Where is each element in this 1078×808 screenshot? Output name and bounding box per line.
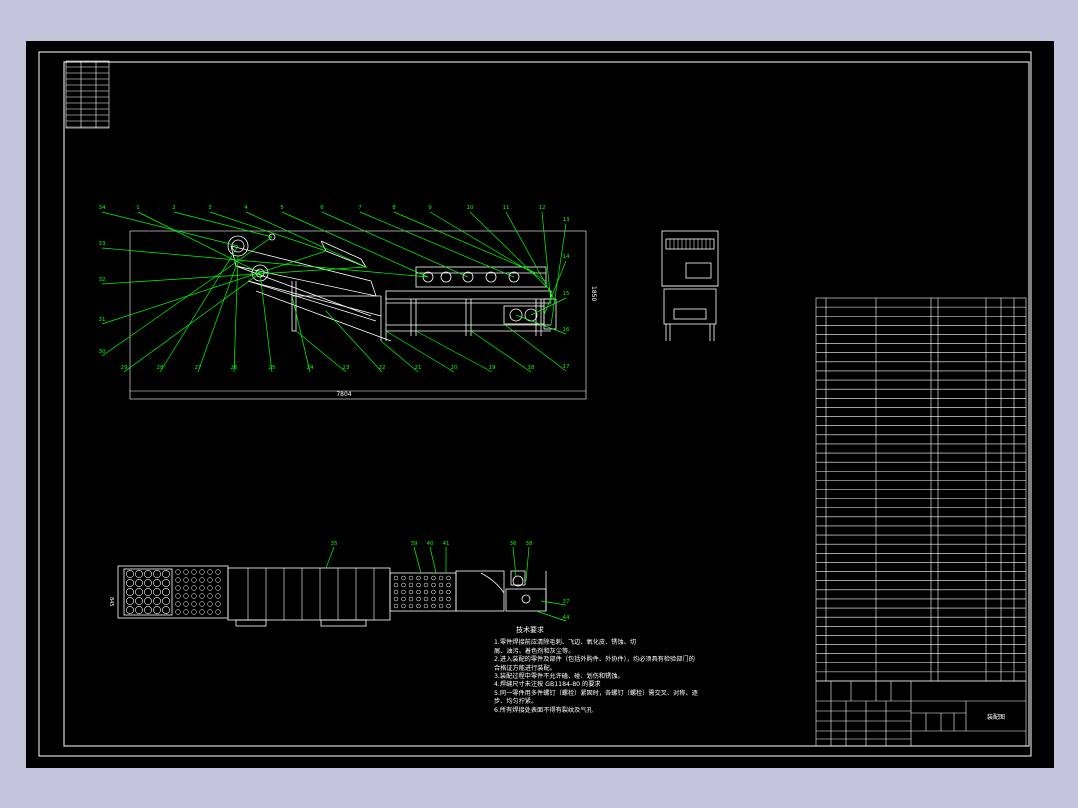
balloon-number: 29 <box>121 365 128 371</box>
note-line-9: 6.所有焊接处表面不得有裂纹及气孔 <box>494 706 593 714</box>
leaders-top <box>101 211 567 373</box>
drawing-sheet: 7804 1850 34 1 2 3 4 5 6 7 8 9 10 11 12 13 14 15 16 17 18 1… <box>26 41 1054 768</box>
leader-line <box>541 211 552 304</box>
leader-line <box>245 211 367 268</box>
leader-line <box>413 546 422 574</box>
balloon-number: 32 <box>99 277 106 283</box>
note-line-1: 1.零件焊接前应清除毛刺、飞边、氧化皮、锈蚀、切 <box>494 639 637 647</box>
leader-line <box>295 330 347 373</box>
bill-of-materials <box>815 297 1027 682</box>
balloon-number: 36 <box>510 541 517 547</box>
balloon-number: 33 <box>99 241 106 247</box>
balloon-number: 35 <box>331 541 338 547</box>
balloon-number: 26 <box>231 365 238 371</box>
balloons-top: 34 1 2 3 4 5 6 7 8 9 10 11 1213141516171819202122232… <box>99 205 570 371</box>
balloon-number: 13 <box>563 217 570 223</box>
leader-line <box>101 266 367 285</box>
revision-table <box>65 60 110 129</box>
balloon-number: 19 <box>489 365 496 371</box>
balloon-number: 4 <box>244 205 248 211</box>
dim-overall-length: 7804 <box>336 391 351 398</box>
leader-line <box>123 272 261 373</box>
balloon-number: 6 <box>320 205 324 211</box>
balloon-number: 15 <box>563 291 570 297</box>
dim-overall-height: 1850 <box>590 286 597 301</box>
leader-line <box>525 546 530 582</box>
notes-title: 技术要求 <box>516 626 544 634</box>
plan-view <box>117 565 547 627</box>
leader-line <box>380 340 419 373</box>
leader-line <box>281 211 429 278</box>
note-line-4: 合格证方能进行装配。 <box>494 664 556 672</box>
balloon-number: 34 <box>99 205 106 211</box>
balloon-number: 24 <box>307 365 314 371</box>
dim-plan-width: 845 <box>108 597 114 607</box>
leader-line <box>550 223 567 326</box>
balloon-number: 38 <box>526 541 533 547</box>
leader-line <box>173 211 273 238</box>
balloon-number: 31 <box>99 317 106 323</box>
note-line-3: 2.进入装配的零件及部件（包括外购件、外协件），均必须具有检验部门的 <box>494 656 695 664</box>
balloon-number: 25 <box>269 365 276 371</box>
balloon-number: 12 <box>539 205 546 211</box>
leader-line <box>159 245 239 373</box>
balloon-number: 41 <box>443 541 450 547</box>
leader-line <box>325 546 335 569</box>
note-line-6: 4.焊缝尺寸未注按 GB1184-80 的要求 <box>494 681 601 689</box>
balloon-number: 5 <box>280 205 284 211</box>
leader-line <box>137 211 261 274</box>
balloon-number: 1 <box>136 205 140 211</box>
leader-line <box>233 255 239 373</box>
leader-line <box>209 211 327 252</box>
balloon-number: 11 <box>503 205 510 211</box>
leader-line <box>429 546 437 574</box>
balloon-number: 37 <box>563 599 570 605</box>
balloon-number: 20 <box>451 365 458 371</box>
title-block-drawing-name: 装配图 <box>987 713 1005 721</box>
leader-line <box>101 211 239 247</box>
leader-line <box>101 247 429 278</box>
balloon-number: 28 <box>157 365 164 371</box>
balloon-number: 3 <box>208 205 212 211</box>
balloon-number: 21 <box>415 365 422 371</box>
balloon-number: 27 <box>195 365 202 371</box>
balloons-bottom: 35 39 40 41 36 38 37 44 <box>331 541 570 621</box>
balloon-number: 10 <box>467 205 474 211</box>
leader-line <box>535 610 567 622</box>
balloon-number: 2 <box>172 205 176 211</box>
balloon-number: 8 <box>392 205 396 211</box>
leader-line <box>393 211 537 274</box>
leader-line <box>469 211 552 292</box>
balloon-number: 9 <box>428 205 432 211</box>
balloon-number: 16 <box>563 327 570 333</box>
balloon-number: 40 <box>427 541 434 547</box>
leaders-bottom <box>325 546 567 622</box>
technical-requirements: 技术要求 1.零件焊接前应清除毛刺、飞边、氧化皮、锈蚀、切 屑、油污、着色剂和灰… <box>494 626 764 715</box>
note-line-2: 屑、油污、着色剂和灰尘等。 <box>494 647 575 655</box>
leader-line <box>505 211 555 300</box>
end-view <box>661 230 719 341</box>
balloon-number: 7 <box>358 205 362 211</box>
leader-line <box>512 546 517 577</box>
balloon-number: 14 <box>563 254 570 260</box>
balloon-number: 44 <box>563 615 570 621</box>
balloon-number: 30 <box>99 349 106 355</box>
balloon-number: 18 <box>528 365 535 371</box>
note-line-7: 5.同一零件用多件螺钉（螺栓）紧固时，各螺钉（螺栓）需交叉、对称、逐 <box>494 689 698 697</box>
balloon-number: 23 <box>343 365 350 371</box>
balloon-number: 17 <box>563 364 570 370</box>
balloon-number: 39 <box>411 541 418 547</box>
note-line-8: 步、均匀拧紧。 <box>494 698 538 706</box>
balloon-number: 22 <box>379 365 386 371</box>
side-elevation-view <box>129 230 587 400</box>
leader-line <box>429 211 547 282</box>
